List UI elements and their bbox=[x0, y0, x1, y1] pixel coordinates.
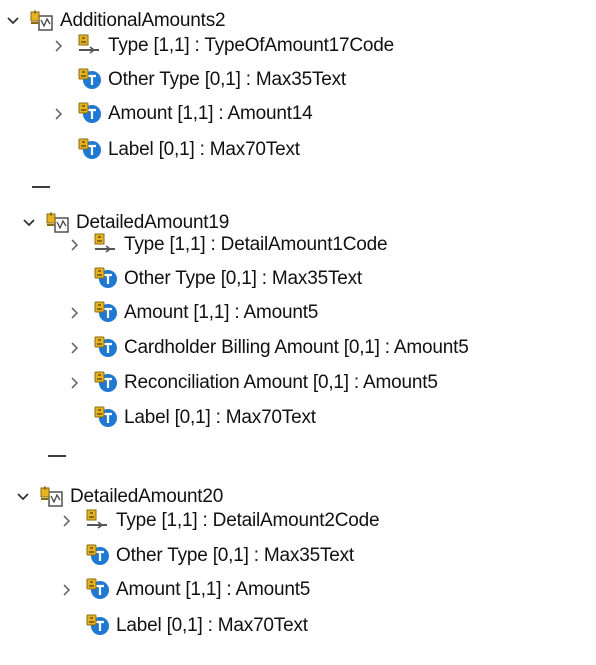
text-element-icon bbox=[78, 68, 102, 90]
code-element-icon bbox=[86, 509, 110, 531]
text-element-icon bbox=[94, 406, 118, 428]
tree-child-item[interactable]: Cardholder Billing Amount [0,1] : Amount… bbox=[68, 331, 596, 365]
tree-child-item[interactable]: Label [0,1] : Max70Text bbox=[52, 133, 596, 167]
code-element-icon bbox=[94, 233, 118, 255]
chevron-down-icon[interactable] bbox=[6, 14, 20, 28]
tree-child-label: Other Type [0,1] : Max35Text bbox=[116, 545, 355, 566]
chevron-right-icon[interactable] bbox=[60, 514, 74, 528]
tree-child-label: Amount [1,1] : Amount14 bbox=[108, 103, 313, 124]
message-component-icon bbox=[30, 10, 54, 32]
tree-child-label: Amount [1,1] : Amount5 bbox=[116, 579, 311, 600]
tree-child-label: Type [1,1] : DetailAmount2Code bbox=[116, 510, 380, 531]
chevron-right-icon[interactable] bbox=[68, 376, 82, 390]
tree-child-label: Label [0,1] : Max70Text bbox=[108, 139, 300, 160]
chevron-right-icon[interactable] bbox=[68, 306, 82, 320]
code-element-icon bbox=[78, 34, 102, 56]
tree-child-item[interactable]: Type [1,1] : TypeOfAmount17Code bbox=[52, 29, 596, 63]
tree-child-item[interactable]: Amount [1,1] : Amount5 bbox=[60, 573, 596, 607]
message-component-icon bbox=[46, 212, 70, 234]
tree-child-item[interactable]: Other Type [0,1] : Max35Text bbox=[52, 63, 596, 97]
chevron-right-icon[interactable] bbox=[52, 107, 66, 121]
tree-child-label: Label [0,1] : Max70Text bbox=[116, 615, 308, 636]
text-element-icon bbox=[94, 336, 118, 358]
chevron-down-icon[interactable] bbox=[16, 490, 30, 504]
tree-child-item[interactable]: Amount [1,1] : Amount14 bbox=[52, 97, 596, 131]
tree-child-label: Other Type [0,1] : Max35Text bbox=[124, 268, 363, 289]
tree-child-item[interactable]: Label [0,1] : Max70Text bbox=[60, 609, 596, 643]
tree-child-item[interactable]: Other Type [0,1] : Max35Text bbox=[60, 539, 596, 573]
tree-child-label: Label [0,1] : Max70Text bbox=[124, 407, 316, 428]
text-element-icon bbox=[94, 301, 118, 323]
chevron-right-icon[interactable] bbox=[68, 341, 82, 355]
tree-child-item[interactable]: Type [1,1] : DetailAmount2Code bbox=[60, 504, 596, 538]
chevron-right-icon[interactable] bbox=[68, 238, 82, 252]
tree-child-item[interactable]: Reconciliation Amount [0,1] : Amount5 bbox=[68, 366, 596, 400]
tree-child-item[interactable]: Label [0,1] : Max70Text bbox=[68, 401, 596, 435]
text-element-icon bbox=[94, 371, 118, 393]
chevron-down-icon[interactable] bbox=[22, 216, 36, 230]
tree-child-label: Reconciliation Amount [0,1] : Amount5 bbox=[124, 372, 438, 393]
text-element-icon bbox=[86, 544, 110, 566]
tree-child-label: Cardholder Billing Amount [0,1] : Amount… bbox=[124, 337, 469, 358]
text-element-icon bbox=[78, 102, 102, 124]
chevron-right-icon[interactable] bbox=[52, 39, 66, 53]
group-separator bbox=[48, 455, 66, 457]
tree-child-label: Type [1,1] : DetailAmount1Code bbox=[124, 234, 388, 255]
tree-child-label: Type [1,1] : TypeOfAmount17Code bbox=[108, 35, 395, 56]
group-separator bbox=[32, 186, 50, 188]
tree-child-label: Other Type [0,1] : Max35Text bbox=[108, 69, 347, 90]
text-element-icon bbox=[94, 267, 118, 289]
text-element-icon bbox=[86, 578, 110, 600]
chevron-right-icon[interactable] bbox=[60, 583, 74, 597]
tree-child-item[interactable]: Type [1,1] : DetailAmount1Code bbox=[68, 228, 596, 262]
tree-child-item[interactable]: Amount [1,1] : Amount5 bbox=[68, 296, 596, 330]
tree-child-label: Amount [1,1] : Amount5 bbox=[124, 302, 319, 323]
tree-child-item[interactable]: Other Type [0,1] : Max35Text bbox=[68, 262, 596, 296]
text-element-icon bbox=[78, 138, 102, 160]
text-element-icon bbox=[86, 614, 110, 636]
